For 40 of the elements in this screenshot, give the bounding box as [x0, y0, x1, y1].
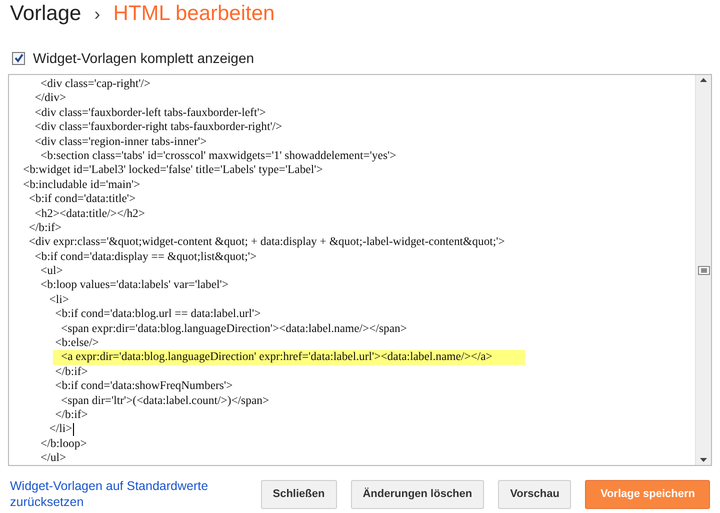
breadcrumb-link[interactable]: Vorlage — [10, 2, 82, 26]
code-line: </b:if> — [54, 408, 88, 422]
code-line: </b:if> — [28, 220, 62, 236]
code-line: <div expr:class='&quot;widget-content &quot; + data:display + &quot;-label-widget-content&quot;'> — [28, 235, 505, 250]
breadcrumb-separator: › — [93, 4, 102, 25]
action-button[interactable]: Änderungen löschen — [350, 480, 484, 508]
page-title: HTML bearbeiten — [113, 2, 275, 26]
code-line: <b:else/> — [54, 336, 99, 350]
code-line: <b:if cond='data:title'> — [28, 192, 136, 207]
code-line: <div class='fauxborder-left tabs-fauxborder-left'> — [34, 106, 266, 120]
code-line: <b:widget id='Label3' locked='false' title='Labels' type='Label'> — [23, 163, 323, 178]
code-line: <div class='cap-right'/> — [40, 77, 151, 92]
code-line: <b:section class='tabs' id='crosscol' maxwidgets='1' showaddelement='yes'> — [40, 148, 396, 164]
code-line: </li> — [48, 422, 72, 437]
reset-link[interactable]: Widget-Vorlagen auf Standardwerte zurücksetzen — [10, 478, 235, 510]
scroll-up-icon[interactable] — [700, 78, 707, 82]
code-line: <span dir='ltr'>(<data:label.count/>)</span> — [60, 394, 270, 408]
code-line: <b:loop values='data:labels' var='label'> — [40, 278, 229, 293]
code-line: <b:includable id='main'> — [23, 178, 140, 192]
scroll-grip-icon[interactable] — [698, 266, 710, 274]
action-button[interactable]: Schließen — [260, 480, 337, 508]
code-line: <div class='region-inner tabs-inner'> — [34, 134, 207, 149]
code-line: <li> — [48, 292, 69, 308]
code-line: </div> — [34, 91, 66, 106]
code-line: <b:if cond='data:blog.url == data:label.url'> — [54, 307, 261, 322]
checkbox-label: Widget-Vorlagen komplett anzeigen — [33, 50, 254, 66]
code-line: <b:if cond='data:display == &quot;list&quot;'> — [34, 250, 257, 264]
scrollbar[interactable] — [695, 75, 711, 465]
code-line: <div class='fauxborder-right tabs-fauxborder-right'/> — [34, 120, 282, 135]
checkbox[interactable] — [12, 52, 25, 64]
scroll-down-icon[interactable] — [700, 458, 707, 462]
action-button[interactable]: Vorschau — [498, 480, 572, 508]
code-line: </b:loop> — [40, 436, 87, 452]
code-line: <h2><data:title/></h2> — [34, 206, 145, 221]
code-line: </b:if> — [54, 364, 88, 380]
code-line: </ul> — [40, 451, 66, 465]
code-line: <b:if cond='data:showFreqNumbers'> — [54, 379, 233, 394]
code-line: <span expr:dir='data:blog.languageDirection'><data:label.name/></span> — [60, 322, 407, 336]
code-line: <ul> — [40, 264, 63, 278]
highlighted-code-line: <a expr:dir='data:blog.languageDirection' expr:href='data:label.url'><data:label.name/></a> — [60, 350, 492, 365]
